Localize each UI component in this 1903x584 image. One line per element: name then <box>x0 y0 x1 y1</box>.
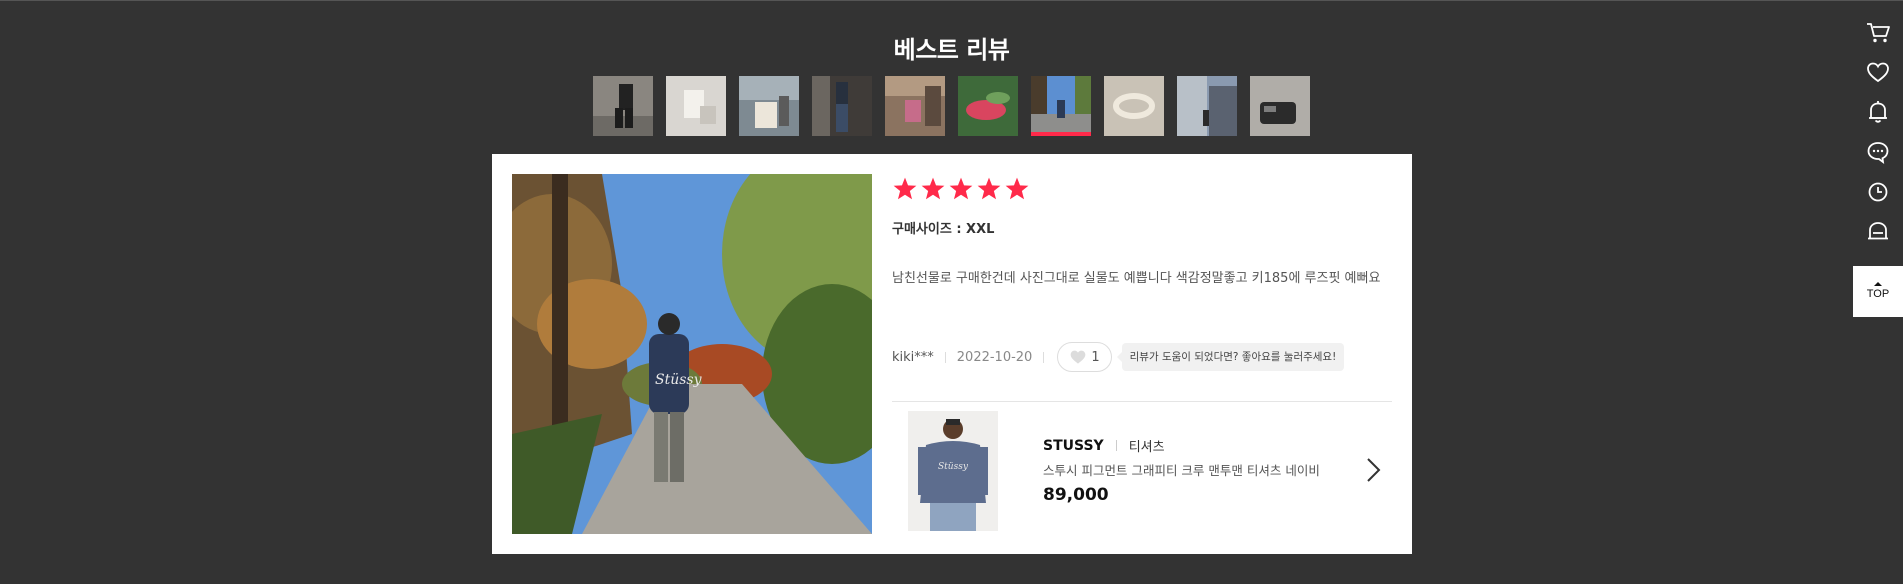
like-button[interactable]: 1 <box>1057 342 1112 372</box>
divider <box>892 401 1392 402</box>
review-thumbnail[interactable] <box>666 76 726 136</box>
review-thumbnail[interactable] <box>812 76 872 136</box>
chevron-right-icon[interactable] <box>1364 456 1382 484</box>
top-label: TOP <box>1866 288 1890 300</box>
meta-divider <box>944 351 946 363</box>
chat-icon[interactable] <box>1864 138 1892 166</box>
like-count: 1 <box>1091 349 1100 365</box>
product-price: 89,000 <box>1043 485 1109 505</box>
review-card: Stüssy 구매사이즈 : XXL 남친선물로 구매한건데 사진그대로 실물도… <box>492 154 1412 554</box>
star-icon <box>921 177 945 200</box>
review-photo[interactable]: Stüssy <box>512 174 872 534</box>
product-category: 티셔츠 <box>1128 440 1165 455</box>
scroll-top-button[interactable]: TOP <box>1853 266 1903 317</box>
heart-icon <box>1071 350 1086 364</box>
product-image: Stüssy <box>908 411 998 531</box>
review-thumbnail[interactable] <box>1104 76 1164 136</box>
star-icon <box>893 177 917 200</box>
bell-icon[interactable] <box>1864 98 1892 126</box>
star-icon <box>1005 177 1029 200</box>
product-link[interactable]: Stüssy STUSSY 티셔츠 스투시 피그먼트 그래피티 크루 맨투맨 티… <box>908 411 1392 536</box>
star-icon <box>977 177 1001 200</box>
meta-divider <box>1043 351 1045 363</box>
review-meta: kiki*** 2022-10-20 1 리뷰가 도움이 되었다면? 좋아요를 … <box>892 342 1345 372</box>
review-author: kiki*** <box>892 349 934 365</box>
window-top-border <box>0 0 1903 1</box>
review-thumbnail[interactable] <box>1177 76 1237 136</box>
like-tooltip: 리뷰가 도움이 되었다면? 좋아요를 눌러주세요! <box>1116 343 1345 371</box>
star-rating <box>892 176 1392 202</box>
review-text: 남친선물로 구매한건데 사진그대로 실물도 예쁩니다 색감정말좋고 키185에 … <box>892 271 1381 286</box>
review-thumbnail[interactable] <box>593 76 653 136</box>
arrow-up-icon <box>1874 282 1882 286</box>
section-title: 베스트 리뷰 <box>893 36 1010 64</box>
heart-icon[interactable] <box>1864 58 1892 86</box>
product-name: 스투시 피그먼트 그래피티 크루 맨투맨 티셔츠 네이비 <box>1043 463 1320 478</box>
review-thumbnail[interactable] <box>958 76 1018 136</box>
review-thumbnail-strip <box>593 76 1310 136</box>
brand-divider <box>1115 440 1117 451</box>
svg-text:Stüssy: Stüssy <box>938 462 969 472</box>
review-thumbnail[interactable] <box>739 76 799 136</box>
clock-icon[interactable] <box>1864 178 1892 206</box>
star-icon <box>949 177 973 200</box>
review-date: 2022-10-20 <box>956 349 1033 365</box>
product-brand-row: STUSSY 티셔츠 <box>1043 436 1165 456</box>
review-thumbnail-active[interactable] <box>1031 76 1091 136</box>
review-thumbnail[interactable] <box>885 76 945 136</box>
cart-icon[interactable] <box>1864 18 1892 46</box>
purchase-size: 구매사이즈 : XXL <box>892 222 995 237</box>
product-brand: STUSSY <box>1043 437 1104 454</box>
bot-icon[interactable] <box>1864 218 1892 246</box>
review-thumbnail[interactable] <box>1250 76 1310 136</box>
review-info: 구매사이즈 : XXL 남친선물로 구매한건데 사진그대로 실물도 예쁩니다 색… <box>892 174 1392 531</box>
svg-text:Stüssy: Stüssy <box>655 372 703 388</box>
